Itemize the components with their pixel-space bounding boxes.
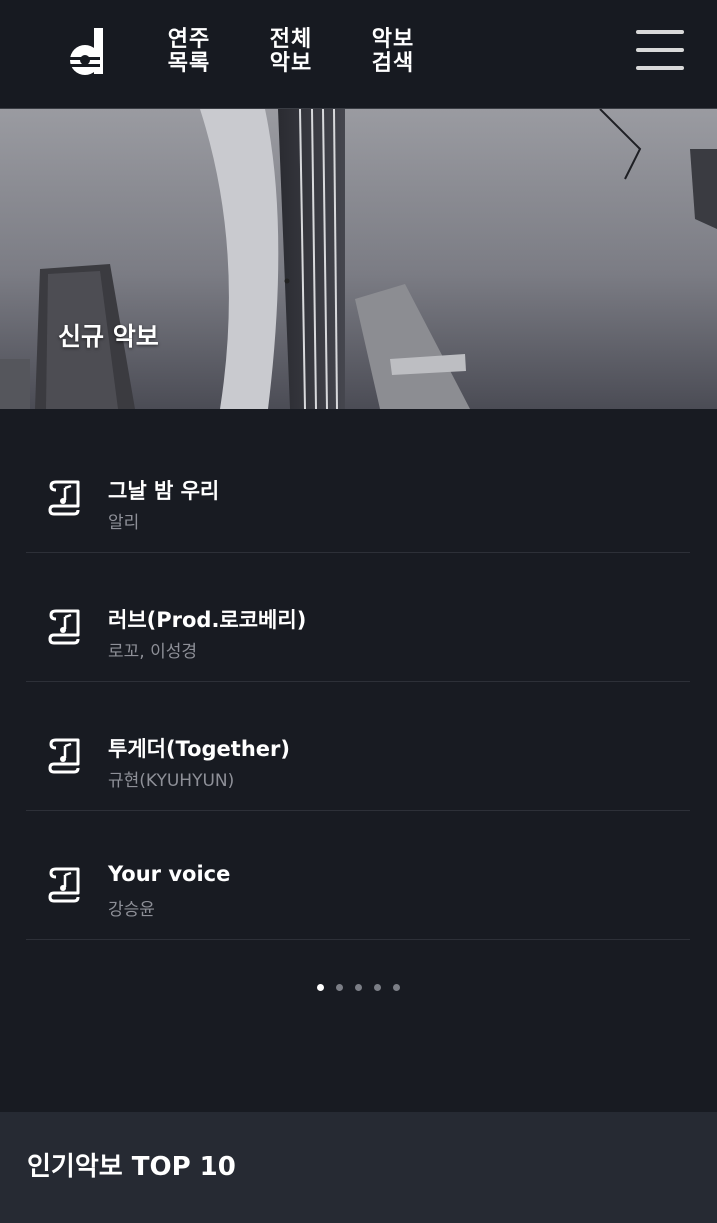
hero-banner: 신규 악보 (0, 109, 717, 409)
new-sheets-list: 그날 밤 우리 알리 러브(Prod.로코베리) 로꼬, 이성경 투게더(Tog… (26, 424, 690, 940)
list-item[interactable]: 투게더(Together) 규현(KYUHYUN) (26, 682, 690, 811)
sheet-artist: 규현(KYUHYUN) (108, 771, 235, 791)
pagination-dot[interactable] (393, 984, 400, 991)
list-item[interactable]: Your voice 강승윤 (26, 811, 690, 940)
d-logo-icon[interactable] (68, 26, 104, 76)
carousel-pagination (317, 984, 412, 992)
hero-title: 신규 악보 (58, 322, 159, 351)
sheet-title: Your voice (108, 862, 231, 886)
nav-sheet-search[interactable]: 악보 검색 (363, 28, 423, 76)
music-sheet-scroll-icon (48, 480, 80, 516)
pagination-dot[interactable] (355, 984, 362, 991)
music-sheet-scroll-icon (48, 609, 80, 645)
sheet-artist: 로꼬, 이성경 (108, 642, 198, 662)
pagination-dot[interactable] (336, 984, 343, 991)
hamburger-menu-icon[interactable] (634, 28, 686, 72)
pagination-dot[interactable] (317, 984, 324, 991)
sheet-title: 러브(Prod.로코베리) (108, 608, 307, 632)
nav-performance-list[interactable]: 연주 목록 (159, 28, 219, 76)
list-item[interactable]: 그날 밤 우리 알리 (26, 424, 690, 553)
sheet-artist: 알리 (108, 513, 140, 533)
popular-top10-section: 인기악보 TOP 10 (0, 1112, 717, 1223)
sheet-artist: 강승윤 (108, 900, 155, 920)
app-header: 연주 목록 전체 악보 악보 검색 (0, 0, 717, 109)
sheet-title: 그날 밤 우리 (108, 479, 220, 503)
pagination-dot[interactable] (374, 984, 381, 991)
section-title: 인기악보 TOP 10 (27, 1152, 236, 1182)
guitar-background-image (0, 109, 717, 409)
list-item[interactable]: 러브(Prod.로코베리) 로꼬, 이성경 (26, 553, 690, 682)
music-sheet-scroll-icon (48, 867, 80, 903)
sheet-title: 투게더(Together) (108, 737, 290, 761)
nav-all-sheets[interactable]: 전체 악보 (261, 28, 321, 76)
music-sheet-scroll-icon (48, 738, 80, 774)
